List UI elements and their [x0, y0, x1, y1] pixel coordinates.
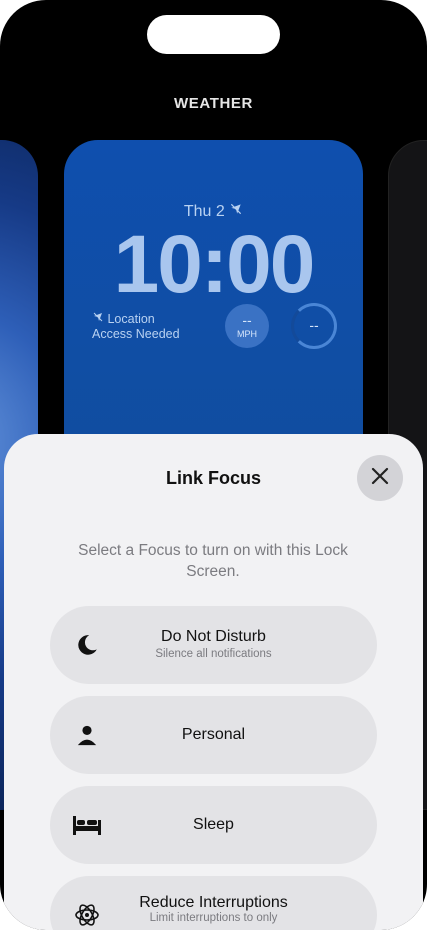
- lock-time: 10:00: [113, 219, 316, 310]
- focus-option-sleep[interactable]: Sleep: [50, 786, 377, 864]
- phone-frame: WEATHER Thu 2 10:00 Location Access Need…: [0, 0, 427, 930]
- wind-widget[interactable]: -- MPH: [225, 304, 269, 348]
- wind-value: --: [242, 312, 252, 328]
- link-focus-sheet: Link Focus Select a Focus to turn on wit…: [4, 434, 423, 930]
- focus-option-label: Personal: [181, 726, 246, 743]
- gallery-label: WEATHER: [174, 95, 253, 112]
- focus-option-personal[interactable]: Personal: [50, 696, 377, 774]
- uv-value: --: [309, 317, 319, 333]
- focus-option-label: Reduce Interruptions: [139, 894, 288, 911]
- close-icon: [370, 466, 390, 491]
- location-line2: Access Needed: [92, 327, 180, 341]
- focus-option-subtitle: Limit interruptions to only: [149, 912, 278, 924]
- location-line1: Location: [107, 312, 155, 326]
- lock-screen-card-current[interactable]: Thu 2 10:00 Location Access Needed -- MP…: [64, 140, 363, 470]
- focus-option-subtitle: Silence all notifications: [155, 648, 272, 660]
- focus-option-label: Do Not Disturb: [161, 628, 266, 645]
- location-widget[interactable]: Location Access Needed: [92, 311, 180, 342]
- dynamic-island: [147, 15, 280, 54]
- location-slash-icon: [92, 312, 107, 326]
- focus-option-label: Sleep: [193, 816, 234, 833]
- close-button[interactable]: [357, 455, 403, 501]
- sheet-prompt: Select a Focus to turn on with this Lock…: [78, 542, 348, 580]
- focus-option-do-not-disturb[interactable]: Do Not Disturb Silence all notifications: [50, 606, 377, 684]
- focus-option-reduce-interruptions[interactable]: Reduce Interruptions Limit interruptions…: [50, 876, 377, 930]
- uv-gauge-widget[interactable]: --: [291, 303, 337, 349]
